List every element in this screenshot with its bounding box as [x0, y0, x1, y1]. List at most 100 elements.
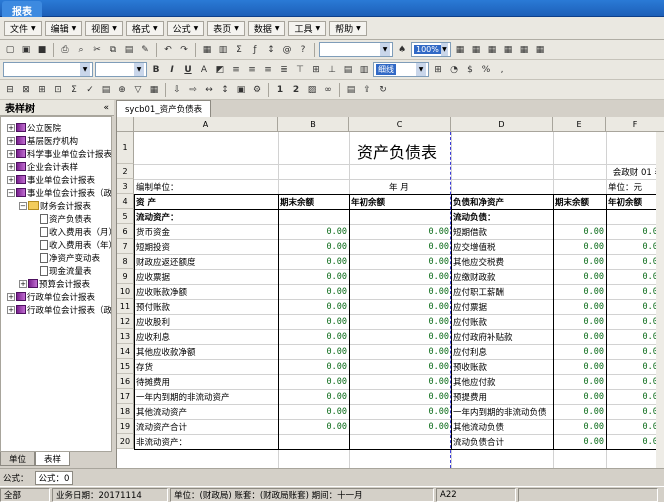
table-cell[interactable]: 0.00: [349, 374, 451, 389]
expand-icon[interactable]: +: [7, 175, 15, 184]
table-cell[interactable]: 货币资金: [134, 224, 278, 239]
collapse-icon[interactable]: −: [19, 201, 27, 210]
grid-layout-4-icon[interactable]: ▦: [501, 43, 515, 57]
row-header[interactable]: 14: [117, 344, 134, 359]
tab-template[interactable]: 表样: [35, 452, 71, 466]
tree-item[interactable]: + 预算会计报表: [19, 277, 90, 290]
row-header[interactable]: 16: [117, 374, 134, 389]
font-name-combo[interactable]: ▼: [319, 42, 393, 57]
insert-column-icon[interactable]: ⊞: [35, 83, 49, 97]
table-cell[interactable]: 0.00: [349, 254, 451, 269]
table-cell[interactable]: 0.00: [349, 224, 451, 239]
table-cell[interactable]: 预收账款: [451, 359, 553, 374]
tree-item[interactable]: 现金流量表: [31, 264, 92, 277]
table-cell[interactable]: 应付票据: [451, 299, 553, 314]
table-cell[interactable]: 0.00: [553, 404, 606, 419]
row-header[interactable]: 12: [117, 314, 134, 329]
insert-table-icon[interactable]: ▦: [200, 43, 214, 57]
corner-cell[interactable]: [117, 117, 134, 132]
tree-item[interactable]: − 事业单位会计报表（政府…: [7, 186, 111, 199]
table-cell[interactable]: 预提费用: [451, 389, 553, 404]
table-cell[interactable]: 0.00: [349, 389, 451, 404]
tree-item[interactable]: + 科学事业单位会计报表: [7, 147, 111, 160]
table-cell[interactable]: 应交增值税: [451, 239, 553, 254]
formula-input[interactable]: 公式：0: [34, 470, 74, 485]
table-cell[interactable]: 0.00: [553, 269, 606, 284]
merge-cells-icon[interactable]: ▥: [357, 63, 371, 77]
table-cell[interactable]: 0.00: [349, 419, 451, 434]
wrap-text-icon[interactable]: ▤: [341, 63, 355, 77]
fill-down-icon[interactable]: ⇩: [170, 83, 184, 97]
tree-item[interactable]: 净资产变动表: [31, 251, 100, 264]
table-cell[interactable]: 0.00: [278, 359, 349, 374]
table-cell[interactable]: 其他流动资产: [134, 404, 278, 419]
font-color-icon[interactable]: A: [197, 63, 211, 77]
underline-icon[interactable]: U: [181, 63, 195, 77]
table-cell[interactable]: 其他应收款净额: [134, 344, 278, 359]
collapse-icon[interactable]: −: [7, 188, 15, 197]
menu-item[interactable]: 编辑 ▼: [44, 20, 83, 36]
menu-item[interactable]: 格式 ▼: [125, 20, 164, 36]
table-cell[interactable]: 0.00: [553, 254, 606, 269]
justify-icon[interactable]: ≣: [277, 63, 291, 77]
zoom-combo[interactable]: 100% ▼: [411, 42, 451, 57]
status-mode[interactable]: 全部: [0, 487, 50, 502]
grid-layout-5-icon[interactable]: ▦: [517, 43, 531, 57]
table-cell[interactable]: 负债和净资产: [451, 194, 553, 209]
save-icon[interactable]: ■: [35, 43, 49, 57]
table-cell[interactable]: 应付政府补贴款: [451, 329, 553, 344]
number-format-icon[interactable]: $: [463, 63, 477, 77]
table-cell[interactable]: 应缴财政款: [451, 269, 553, 284]
table-cell[interactable]: 0.00: [278, 314, 349, 329]
table-cell[interactable]: 0.00: [553, 359, 606, 374]
print-icon[interactable]: ⎙: [58, 43, 72, 57]
tree-item[interactable]: − 财务会计报表: [19, 199, 91, 212]
column-header[interactable]: D: [451, 117, 553, 132]
row-header[interactable]: 18: [117, 404, 134, 419]
table-cell[interactable]: 0.00: [349, 344, 451, 359]
align-left-icon[interactable]: ≡: [229, 63, 243, 77]
tree-item[interactable]: + 行政单位会计报表: [7, 290, 95, 303]
menu-item[interactable]: 文件 ▼: [4, 20, 42, 36]
column-header[interactable]: C: [349, 117, 451, 132]
table-cell[interactable]: 0.00: [278, 284, 349, 299]
insert-row-icon[interactable]: ⊟: [3, 83, 17, 97]
table-cell[interactable]: 0.00: [278, 329, 349, 344]
table-cell[interactable]: 0.00: [278, 239, 349, 254]
table-cell[interactable]: 流动负债合计: [451, 434, 553, 449]
table-cell[interactable]: 应收票据: [134, 269, 278, 284]
refresh-icon[interactable]: ↻: [376, 83, 390, 97]
expand-icon[interactable]: +: [7, 162, 15, 171]
row-header[interactable]: 3: [117, 179, 134, 194]
copy-icon[interactable]: ⧉: [106, 43, 120, 57]
table-cell[interactable]: 一年内到期的非流动资产: [134, 389, 278, 404]
menu-item[interactable]: 视图 ▼: [85, 20, 123, 36]
row-header[interactable]: 11: [117, 299, 134, 314]
row-header[interactable]: 17: [117, 389, 134, 404]
align-center-icon[interactable]: ≡: [245, 63, 259, 77]
menu-item[interactable]: 公式 ▼: [166, 20, 205, 36]
align-top-icon[interactable]: ⊤: [293, 63, 307, 77]
align-middle-icon[interactable]: ⊞: [309, 63, 323, 77]
cut-icon[interactable]: ✂: [90, 43, 104, 57]
table-cell[interactable]: 0.00: [278, 419, 349, 434]
expand-icon[interactable]: +: [19, 279, 27, 288]
table-cell[interactable]: 流动资产：: [134, 209, 278, 224]
undo-icon[interactable]: ↶: [161, 43, 175, 57]
table-cell[interactable]: 一年内到期的非流动负债: [451, 404, 553, 419]
table-cell[interactable]: 应收利息: [134, 329, 278, 344]
row-header[interactable]: 4: [117, 194, 134, 209]
line-style-combo[interactable]: 细线 ▼: [373, 62, 429, 77]
table-cell[interactable]: 0.00: [553, 224, 606, 239]
table-cell[interactable]: 0.00: [553, 284, 606, 299]
background-color-icon[interactable]: 2: [289, 83, 303, 97]
table-cell[interactable]: 流动资产合计: [134, 419, 278, 434]
table-cell[interactable]: 0.00: [278, 374, 349, 389]
column-width-icon[interactable]: ↔: [202, 83, 216, 97]
column-header[interactable]: A: [134, 117, 278, 132]
document-tab[interactable]: sycb01_资产负债表: [116, 100, 212, 117]
table-cell[interactable]: 年初余额: [349, 194, 451, 209]
sort-icon[interactable]: ↕: [264, 43, 278, 57]
border-color-icon[interactable]: ◔: [447, 63, 461, 77]
table-cell[interactable]: 短期借款: [451, 224, 553, 239]
